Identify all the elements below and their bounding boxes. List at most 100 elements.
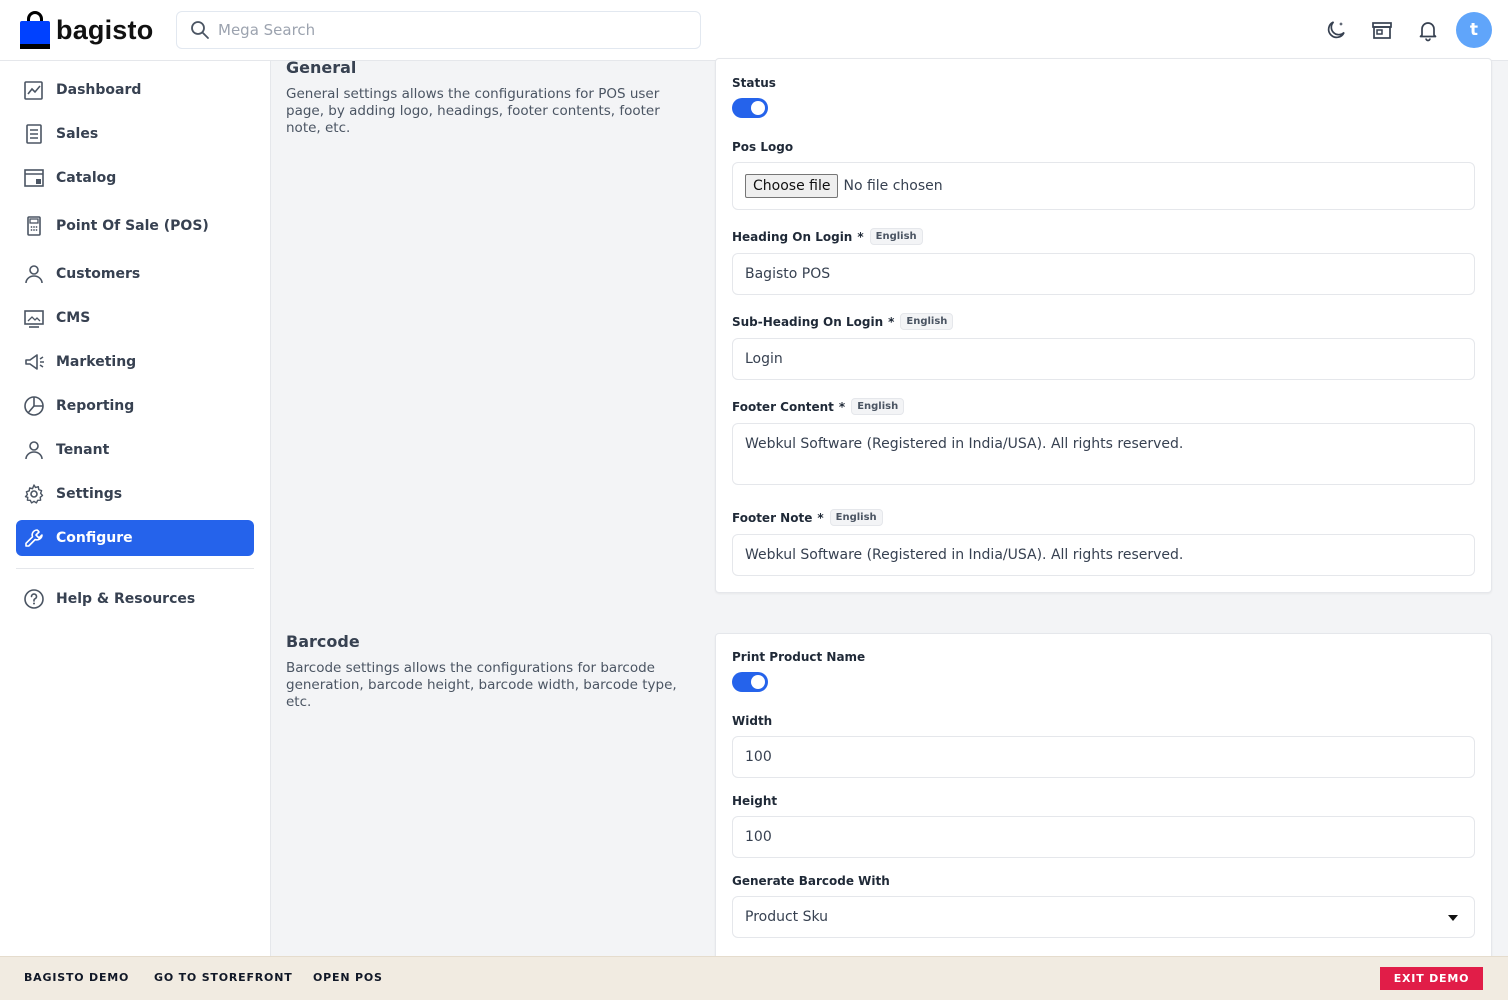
bagisto-logo[interactable]: bagisto: [20, 10, 153, 50]
locale-badge: English: [829, 509, 883, 526]
width-input[interactable]: 100: [732, 736, 1475, 778]
top-header: bagisto t: [0, 0, 1508, 61]
search-icon: [191, 21, 209, 39]
required-mark: *: [857, 229, 864, 244]
sidebar-item-label: Customers: [56, 266, 141, 282]
subheading-label-text: Sub-Heading On Login: [732, 314, 884, 329]
sidebar-item-label: Tenant: [56, 442, 110, 458]
locale-badge: English: [869, 228, 923, 245]
sidebar-item-pos[interactable]: Point Of Sale (POS): [16, 208, 254, 244]
width-label-text: Width: [732, 714, 773, 728]
pos-icon: [22, 214, 46, 238]
status-toggle[interactable]: [732, 98, 768, 118]
go-to-storefront-link[interactable]: GO TO STOREFRONT: [154, 971, 293, 984]
no-file-text: No file chosen: [843, 178, 943, 194]
height-value: 100: [745, 829, 772, 845]
footer-note-value: Webkul Software (Registered in India/USA…: [745, 547, 1184, 563]
required-mark: *: [888, 314, 895, 329]
sidebar-divider: [16, 568, 254, 569]
pie-chart-icon: [22, 394, 46, 418]
pos-logo-file-input[interactable]: Choose file No file chosen: [732, 162, 1475, 210]
status-label-text: Status: [732, 76, 776, 90]
height-label-text: Height: [732, 794, 778, 808]
subheading-value: Login: [745, 351, 783, 367]
footer-note-label-text: Footer Note: [732, 510, 813, 525]
open-pos-link[interactable]: OPEN POS: [313, 971, 383, 984]
store-icon[interactable]: [1368, 16, 1396, 44]
sidebar-item-label: Dashboard: [56, 82, 142, 98]
sidebar-item-dashboard[interactable]: Dashboard: [16, 72, 254, 108]
sub-heading-on-login-label: Sub-Heading On Login * English: [732, 313, 954, 330]
sidebar-item-catalog[interactable]: Catalog: [16, 160, 254, 196]
footer-content-textarea[interactable]: Webkul Software (Registered in India/USA…: [732, 423, 1475, 485]
general-section-title: General: [286, 58, 357, 77]
dark-mode-icon[interactable]: [1322, 16, 1350, 44]
sales-icon: [22, 122, 46, 146]
sidebar-item-marketing[interactable]: Marketing: [16, 344, 254, 380]
barcode-section-description: Barcode settings allows the configuratio…: [286, 660, 677, 710]
sidebar-item-customers[interactable]: Customers: [16, 256, 254, 292]
user-icon: [22, 438, 46, 462]
bell-icon[interactable]: [1414, 16, 1442, 44]
print-name-label-text: Print Product Name: [732, 650, 866, 664]
sidebar-item-sales[interactable]: Sales: [16, 116, 254, 152]
sidebar-item-help[interactable]: Help & Resources: [16, 581, 254, 617]
sidebar-item-reporting[interactable]: Reporting: [16, 388, 254, 424]
width-label: Width: [732, 714, 772, 728]
heading-value: Bagisto POS: [745, 266, 831, 282]
sub-heading-on-login-input[interactable]: Login: [732, 338, 1475, 380]
footer-content-label: Footer Content * English: [732, 398, 905, 415]
sidebar-item-settings[interactable]: Settings: [16, 476, 254, 512]
print-product-name-label: Print Product Name: [732, 650, 865, 664]
footer-content-label-text: Footer Content: [732, 399, 834, 414]
sidebar-item-label: Configure: [56, 530, 133, 546]
status-label: Status: [732, 76, 776, 90]
sidebar-item-label: Settings: [56, 486, 123, 502]
sidebar-item-label: Marketing: [56, 354, 137, 370]
sidebar-item-label: Help & Resources: [56, 591, 196, 607]
bag-logo-icon: [20, 11, 50, 49]
generate-label-text: Generate Barcode With: [732, 874, 890, 888]
user-avatar[interactable]: t: [1456, 12, 1492, 48]
dashboard-icon: [22, 78, 46, 102]
sidebar-item-label: Catalog: [56, 170, 117, 186]
locale-badge: English: [900, 313, 954, 330]
sidebar-item-label: Point Of Sale (POS): [56, 218, 209, 234]
heading-label-text: Heading On Login: [732, 229, 853, 244]
required-mark: *: [817, 510, 824, 525]
pos-logo-label: Pos Logo: [732, 140, 793, 154]
height-input[interactable]: 100: [732, 816, 1475, 858]
sidebar-item-tenant[interactable]: Tenant: [16, 432, 254, 468]
print-product-name-toggle[interactable]: [732, 672, 768, 692]
exit-demo-button[interactable]: EXIT DEMO: [1380, 967, 1483, 990]
mega-search[interactable]: [176, 11, 701, 49]
sidebar-item-cms[interactable]: CMS: [16, 300, 254, 336]
generate-barcode-select[interactable]: Product Sku: [732, 896, 1475, 938]
sidebar: Dashboard Sales Catalog Point Of Sale (P…: [0, 61, 271, 956]
cms-icon: [22, 306, 46, 330]
footer-note-label: Footer Note * English: [732, 509, 883, 526]
chevron-down-icon: [1448, 915, 1458, 921]
width-value: 100: [745, 749, 772, 765]
customers-icon: [22, 262, 46, 286]
gear-icon: [22, 482, 46, 506]
wrench-icon: [22, 526, 46, 550]
sidebar-item-configure[interactable]: Configure: [16, 520, 254, 556]
required-mark: *: [838, 399, 846, 414]
pos-logo-label-text: Pos Logo: [732, 140, 794, 154]
footer-note-input[interactable]: Webkul Software (Registered in India/USA…: [732, 534, 1475, 576]
generate-value: Product Sku: [745, 909, 829, 925]
sidebar-item-label: CMS: [56, 310, 91, 326]
search-input[interactable]: [218, 21, 678, 39]
barcode-section-title: Barcode: [286, 632, 360, 651]
height-label: Height: [732, 794, 777, 808]
bagisto-demo-link[interactable]: BAGISTO DEMO: [24, 971, 129, 984]
heading-on-login-input[interactable]: Bagisto POS: [732, 253, 1475, 295]
sidebar-item-label: Reporting: [56, 398, 135, 414]
catalog-icon: [22, 166, 46, 190]
choose-file-button[interactable]: Choose file: [745, 174, 839, 198]
heading-on-login-label: Heading On Login * English: [732, 228, 923, 245]
generate-barcode-label: Generate Barcode With: [732, 874, 890, 888]
locale-badge: English: [851, 398, 905, 415]
megaphone-icon: [22, 350, 46, 374]
